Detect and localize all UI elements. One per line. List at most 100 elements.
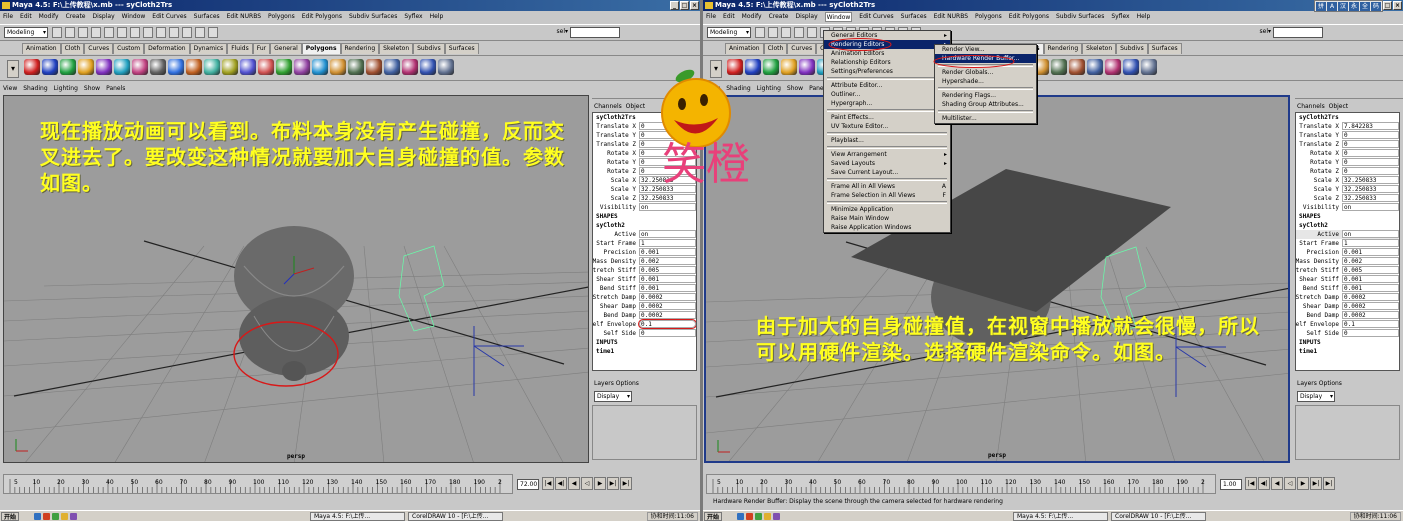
maximize-button[interactable]: □	[680, 1, 689, 10]
ie-icon[interactable]	[737, 513, 744, 520]
menu-item-view-arrangement[interactable]: View Arrangement	[824, 150, 950, 159]
shelf-tab-surfaces[interactable]: Surfaces	[1147, 43, 1182, 54]
play-backward-button[interactable]: ◁	[1284, 477, 1296, 490]
poly-tool-icon[interactable]	[1069, 59, 1085, 75]
channel-value[interactable]: 0.0002	[639, 311, 696, 319]
menu-item-saved-layouts[interactable]: Saved Layouts	[824, 159, 950, 168]
channel-row[interactable]: Precision 0.001	[1296, 248, 1399, 257]
perspective-viewport[interactable]: 由于加大的自身碰撞值，在视窗中播放就会很慢，所以可以用硬件渲染。选择硬件渲染命令…	[704, 95, 1290, 463]
perspective-viewport[interactable]: 现在播放动画可以看到。布料本身没有产生碰撞，反而交叉进去了。要改变这种情况就要加…	[3, 95, 589, 463]
layer-display-dropdown[interactable]: Display	[1297, 391, 1335, 402]
channel-value[interactable]: 0.005	[639, 266, 696, 274]
channel-row[interactable]: Shear Damp 0.0002	[1296, 302, 1399, 311]
menu-item-attribute-editor[interactable]: Attribute Editor...	[824, 81, 950, 90]
channel-row[interactable]: Shear Damp 0.0002	[593, 302, 696, 311]
options-menu[interactable]: Options	[616, 380, 639, 387]
poly-tool-icon[interactable]	[132, 59, 148, 75]
menu-polygons[interactable]: Polygons	[268, 12, 295, 22]
channel-row[interactable]: Active on	[1296, 230, 1399, 239]
channel-row[interactable]: Rotate Z0	[1296, 167, 1399, 176]
go-to-start-button[interactable]: |◀	[542, 477, 554, 490]
channel-value[interactable]: 0.005	[1342, 266, 1399, 274]
ie-icon[interactable]	[34, 513, 41, 520]
channel-row[interactable]: Precision 0.001	[593, 248, 696, 257]
poly-tool-icon[interactable]	[168, 59, 184, 75]
channel-value[interactable]: 0	[1342, 149, 1399, 157]
channel-value[interactable]: 0.1	[1342, 320, 1399, 328]
menu-edit[interactable]: Edit	[20, 12, 32, 22]
channel-row[interactable]: Shear Stiff 0.001	[593, 275, 696, 284]
shelf-tab-curves[interactable]: Curves	[84, 43, 114, 54]
poly-tool-icon[interactable]	[1141, 59, 1157, 75]
channel-row[interactable]: Start Frame 1	[593, 239, 696, 248]
ime-button[interactable]: 全	[1360, 2, 1370, 11]
layer-list[interactable]	[1295, 405, 1400, 460]
poly-tool-icon[interactable]	[438, 59, 454, 75]
menu-edit-polygons[interactable]: Edit Polygons	[1009, 12, 1049, 22]
shelf-tab-surfaces[interactable]: Surfaces	[444, 43, 479, 54]
shelf-tab-skeleton[interactable]: Skeleton	[1082, 43, 1117, 54]
channel-value[interactable]: 0.0002	[1342, 311, 1399, 319]
channel-value[interactable]: 0.1	[638, 319, 696, 329]
channel-value[interactable]: 0	[1342, 140, 1399, 148]
panel-menu-shading[interactable]: Shading	[23, 85, 47, 92]
taskbar-maya[interactable]: Maya 4.5: F:\上传...	[310, 512, 405, 521]
channel-row[interactable]: Shear Stiff 0.001	[1296, 275, 1399, 284]
poly-tool-icon[interactable]	[60, 59, 76, 75]
channel-value[interactable]: 0.0002	[1342, 302, 1399, 310]
menu-edit-polygons[interactable]: Edit Polygons	[302, 12, 342, 22]
tab-object[interactable]: Object	[1329, 103, 1349, 110]
channel-row[interactable]: Stretch Damp 0.0002	[1296, 293, 1399, 302]
menu-display[interactable]: Display	[796, 12, 818, 22]
poly-tool-icon[interactable]	[96, 59, 112, 75]
menu-item-rendering-flags[interactable]: Rendering Flags...	[935, 91, 1036, 100]
menu-item-shading-group-attributes[interactable]: Shading Group Attributes...	[935, 100, 1036, 109]
snap-point-icon[interactable]	[156, 27, 166, 38]
poly-tool-icon[interactable]	[276, 59, 292, 75]
poly-tool-icon[interactable]	[24, 59, 40, 75]
step-forward-button[interactable]: ▶|	[1310, 477, 1322, 490]
menu-item-paint-effects[interactable]: Paint Effects...	[824, 113, 950, 122]
tab-channels[interactable]: Channels	[1297, 103, 1325, 110]
menu-item-general-editors[interactable]: General Editors	[824, 31, 950, 40]
channel-value[interactable]: 0	[1342, 167, 1399, 175]
poly-tool-icon[interactable]	[222, 59, 238, 75]
step-forward-button[interactable]: ▶|	[607, 477, 619, 490]
shelf-tab-animation[interactable]: Animation	[22, 43, 61, 54]
channel-row[interactable]: Rotate Y0	[1296, 158, 1399, 167]
channel-row[interactable]: Bend Stiff 0.001	[1296, 284, 1399, 293]
poly-tool-icon[interactable]	[42, 59, 58, 75]
menu-polygons[interactable]: Polygons	[975, 12, 1002, 22]
channel-value[interactable]: on	[1342, 203, 1399, 211]
channel-row[interactable]: Scale Y 32.250833	[1296, 185, 1399, 194]
ime-button[interactable]: 码	[1371, 2, 1381, 11]
new-scene-icon[interactable]	[52, 27, 62, 38]
poly-tool-icon[interactable]	[294, 59, 310, 75]
channel-row[interactable]: Mass Density 0.002	[1296, 257, 1399, 266]
shelf-tab-subdivs[interactable]: Subdivs	[1116, 43, 1148, 54]
tab-object[interactable]: Object	[626, 103, 646, 110]
channel-value[interactable]: 0.002	[1342, 257, 1399, 265]
menu-item-render-view[interactable]: Render View...	[935, 45, 1036, 54]
poly-tool-icon[interactable]	[258, 59, 274, 75]
layers-menu[interactable]: Layers	[1297, 380, 1317, 387]
menu-item-raise-main-window[interactable]: Raise Main Window	[824, 214, 950, 223]
save-scene-icon[interactable]	[781, 27, 791, 38]
menu-modify[interactable]: Modify	[39, 12, 59, 22]
menu-subdiv-surfaces[interactable]: Subdiv Surfaces	[349, 12, 397, 22]
channel-value[interactable]: 32.250833	[1342, 176, 1399, 184]
shelf-tab-general[interactable]: General	[270, 43, 302, 54]
poly-tool-icon[interactable]	[312, 59, 328, 75]
selection-input[interactable]	[1273, 27, 1323, 38]
poly-tool-icon[interactable]	[384, 59, 400, 75]
shelf-tab-fluids[interactable]: Fluids	[227, 43, 253, 54]
select-object-icon[interactable]	[104, 27, 114, 38]
shelf-tab-rendering[interactable]: Rendering	[1043, 43, 1083, 54]
channel-value[interactable]: 0.002	[639, 257, 696, 265]
shelf-tab-curves[interactable]: Curves	[787, 43, 817, 54]
channel-row[interactable]: Active on	[593, 230, 696, 239]
menu-file[interactable]: File	[3, 12, 13, 22]
channel-value[interactable]: on	[1342, 230, 1399, 238]
menu-edit-curves[interactable]: Edit Curves	[859, 12, 893, 22]
snap-curve-icon[interactable]	[143, 27, 153, 38]
